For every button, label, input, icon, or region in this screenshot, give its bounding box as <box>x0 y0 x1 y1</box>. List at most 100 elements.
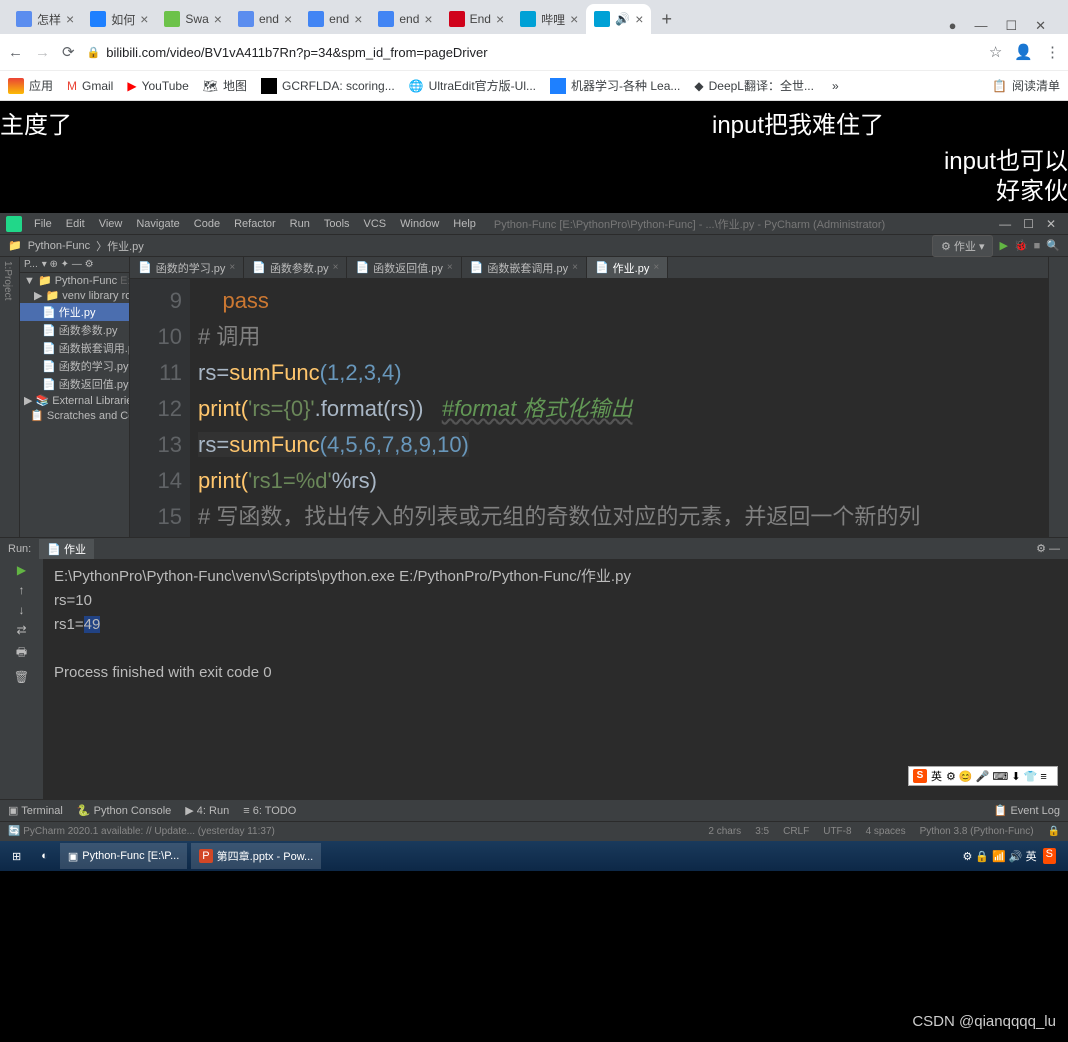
menu-tools[interactable]: Tools <box>318 218 356 230</box>
run-tab[interactable]: 📄 作业 <box>39 539 94 559</box>
close-icon[interactable]: × <box>214 11 222 27</box>
status-indent[interactable]: 4 spaces <box>866 826 906 837</box>
search-icon[interactable]: 🔍 <box>1046 239 1060 252</box>
run-button[interactable]: ▶ <box>999 239 1007 252</box>
bookmark-item[interactable]: ◆DeepL翻译：全世... <box>694 77 814 94</box>
ime-lang[interactable]: 英 <box>931 768 942 784</box>
browser-tab[interactable]: 怎样× <box>8 4 82 34</box>
bookmark-item[interactable]: 机器学习-各种 Lea... <box>550 77 680 94</box>
todo-tab[interactable]: ≡ 6: TODO <box>243 805 296 817</box>
status-sdk[interactable]: Python 3.8 (Python-Func) <box>920 826 1034 837</box>
close-icon[interactable]: × <box>424 11 432 27</box>
close-icon[interactable]: × <box>570 11 578 27</box>
menu-refactor[interactable]: Refactor <box>228 218 282 230</box>
left-tool-strip[interactable]: 1:Project <box>0 257 20 537</box>
editor-tab[interactable]: 📄 函数的学习.py× <box>130 257 244 278</box>
menu-vcs[interactable]: VCS <box>358 218 393 230</box>
tree-file[interactable]: 📄 函数参数.py <box>20 321 129 339</box>
system-tray[interactable]: ⚙ 🔒 📶 🔊 英 S <box>954 848 1064 864</box>
bookmark-item[interactable]: 🗺地图 <box>203 77 247 94</box>
update-notice[interactable]: 🔄 PyCharm 2020.1 available: // Update...… <box>8 826 275 837</box>
video-player[interactable]: 主度了 input把我难住了 input也可以 好家伙 <box>0 101 1068 213</box>
trash-icon[interactable]: 🗑 <box>14 670 29 684</box>
console-output[interactable]: E:\PythonPro\Python-Func\venv\Scripts\py… <box>44 559 1068 799</box>
powerpoint-taskbar-button[interactable]: P 第四章.pptx - Pow... <box>191 843 321 869</box>
terminal-tab[interactable]: ▣ Terminal <box>8 804 63 817</box>
chrome-taskbar-icon[interactable]: ◐ <box>33 843 56 869</box>
down-icon[interactable]: ↓ <box>19 603 25 617</box>
editor-tab[interactable]: 📄 函数返回值.py× <box>347 257 461 278</box>
print-icon[interactable]: 🖶 <box>16 643 27 664</box>
profile-icon[interactable]: 👤 <box>1014 43 1033 61</box>
tree-venv[interactable]: ▶ 📁 venv library ro <box>20 288 129 303</box>
project-tree[interactable]: P... ▾ ⊕ ✦ — ⚙ ▼ 📁 Python-Func E:\ ▶ 📁 v… <box>20 257 130 537</box>
bookmark-item[interactable]: ▶YouTube <box>127 79 188 93</box>
breadcrumb-root[interactable]: Python-Func <box>28 240 90 252</box>
forward-button[interactable]: → <box>35 44 50 61</box>
browser-tab[interactable]: 哔哩× <box>512 4 586 34</box>
code-text[interactable]: pass # 调用 rs=sumFunc(1,2,3,4) print('rs=… <box>190 279 1048 537</box>
rerun-icon[interactable]: ▶ <box>17 563 26 577</box>
editor-tab[interactable]: 📄 函数参数.py× <box>244 257 347 278</box>
browser-tab[interactable]: end× <box>230 4 300 34</box>
tree-file[interactable]: 📄 函数嵌套调用.p <box>20 339 129 357</box>
minimize-icon[interactable]: — <box>999 217 1011 231</box>
browser-tab[interactable]: end× <box>300 4 370 34</box>
bookmark-item[interactable]: GCRFLDA: scoring... <box>261 78 395 94</box>
url-input[interactable]: 🔒bilibili.com/video/BV1vA411b7Rn?p=34&sp… <box>87 45 977 60</box>
new-tab-button[interactable]: + <box>651 4 682 34</box>
right-tool-strip[interactable] <box>1048 257 1068 537</box>
bookmark-item[interactable]: 🌐UltraEdit官方版-Ul... <box>409 77 536 94</box>
close-icon[interactable]: × <box>140 11 148 27</box>
maximize-icon[interactable]: ☐ <box>1005 18 1017 34</box>
menu-icon[interactable]: ⋮ <box>1045 43 1060 61</box>
close-icon[interactable]: ✕ <box>1035 18 1046 34</box>
close-icon[interactable]: × <box>635 11 643 27</box>
ime-toolbar[interactable]: S 英 ⚙ 😊 🎤 ⌨ ⬇ 👕 ≡ <box>908 766 1058 786</box>
python-console-tab[interactable]: 🐍 Python Console <box>77 804 171 817</box>
lock-icon[interactable]: 🔒 <box>1048 826 1060 837</box>
tree-external[interactable]: ▶ 📚 External Libraries <box>20 393 129 408</box>
pycharm-taskbar-button[interactable]: ▣ Python-Func [E:\P... <box>60 843 187 869</box>
menu-file[interactable]: File <box>28 218 58 230</box>
browser-tab[interactable]: end× <box>370 4 440 34</box>
wrap-icon[interactable]: ⇄ <box>16 623 26 637</box>
stop-icon[interactable]: ↑ <box>19 583 25 597</box>
status-encoding[interactable]: UTF-8 <box>823 826 851 837</box>
close-icon[interactable]: × <box>354 11 362 27</box>
bookmark-item[interactable]: MGmail <box>67 79 113 93</box>
editor-tab-active[interactable]: 📄 作业.py× <box>587 257 668 278</box>
close-icon[interactable]: × <box>496 11 504 27</box>
status-crlf[interactable]: CRLF <box>783 826 809 837</box>
start-button[interactable]: ⊞ <box>4 843 29 869</box>
star-icon[interactable]: ☆ <box>989 43 1002 61</box>
overflow-icon[interactable]: » <box>832 79 839 93</box>
tree-scratch[interactable]: 📋 Scratches and Co <box>20 408 129 423</box>
tree-root[interactable]: ▼ 📁 Python-Func E:\ <box>20 273 129 288</box>
editor-tab[interactable]: 📄 函数嵌套调用.py× <box>462 257 587 278</box>
menu-edit[interactable]: Edit <box>60 218 91 230</box>
back-button[interactable]: ← <box>8 44 23 61</box>
run-tab-bottom[interactable]: ▶ 4: Run <box>185 804 229 817</box>
maximize-icon[interactable]: ☐ <box>1023 217 1034 231</box>
menu-window[interactable]: Window <box>394 218 445 230</box>
ime-icons[interactable]: ⚙ 😊 🎤 ⌨ ⬇ 👕 ≡ <box>946 770 1047 783</box>
close-icon[interactable]: × <box>284 11 292 27</box>
run-config-selector[interactable]: ⚙ 作业 ▾ <box>932 235 994 257</box>
browser-tab[interactable]: 如何× <box>82 4 156 34</box>
code-area[interactable]: 910111213141516 pass # 调用 rs=sumFunc(1,2… <box>130 279 1048 537</box>
stop-button[interactable]: ■ <box>1034 240 1041 252</box>
tree-file[interactable]: 📄 函数返回值.py <box>20 375 129 393</box>
debug-button[interactable]: 🐞 <box>1014 239 1028 252</box>
menu-navigate[interactable]: Navigate <box>130 218 185 230</box>
menu-view[interactable]: View <box>93 218 129 230</box>
apps-button[interactable]: 应用 <box>8 77 53 94</box>
menu-run[interactable]: Run <box>284 218 316 230</box>
close-icon[interactable]: × <box>66 11 74 27</box>
browser-tab[interactable]: End× <box>441 4 513 34</box>
reload-button[interactable]: ⟳ <box>62 43 75 61</box>
tree-file-active[interactable]: 📄 作业.py <box>20 303 129 321</box>
reading-list-button[interactable]: 📋 阅读清单 <box>992 77 1060 94</box>
browser-tab[interactable]: Swa× <box>156 4 230 34</box>
browser-tab-active[interactable]: 🔊× <box>586 4 651 34</box>
